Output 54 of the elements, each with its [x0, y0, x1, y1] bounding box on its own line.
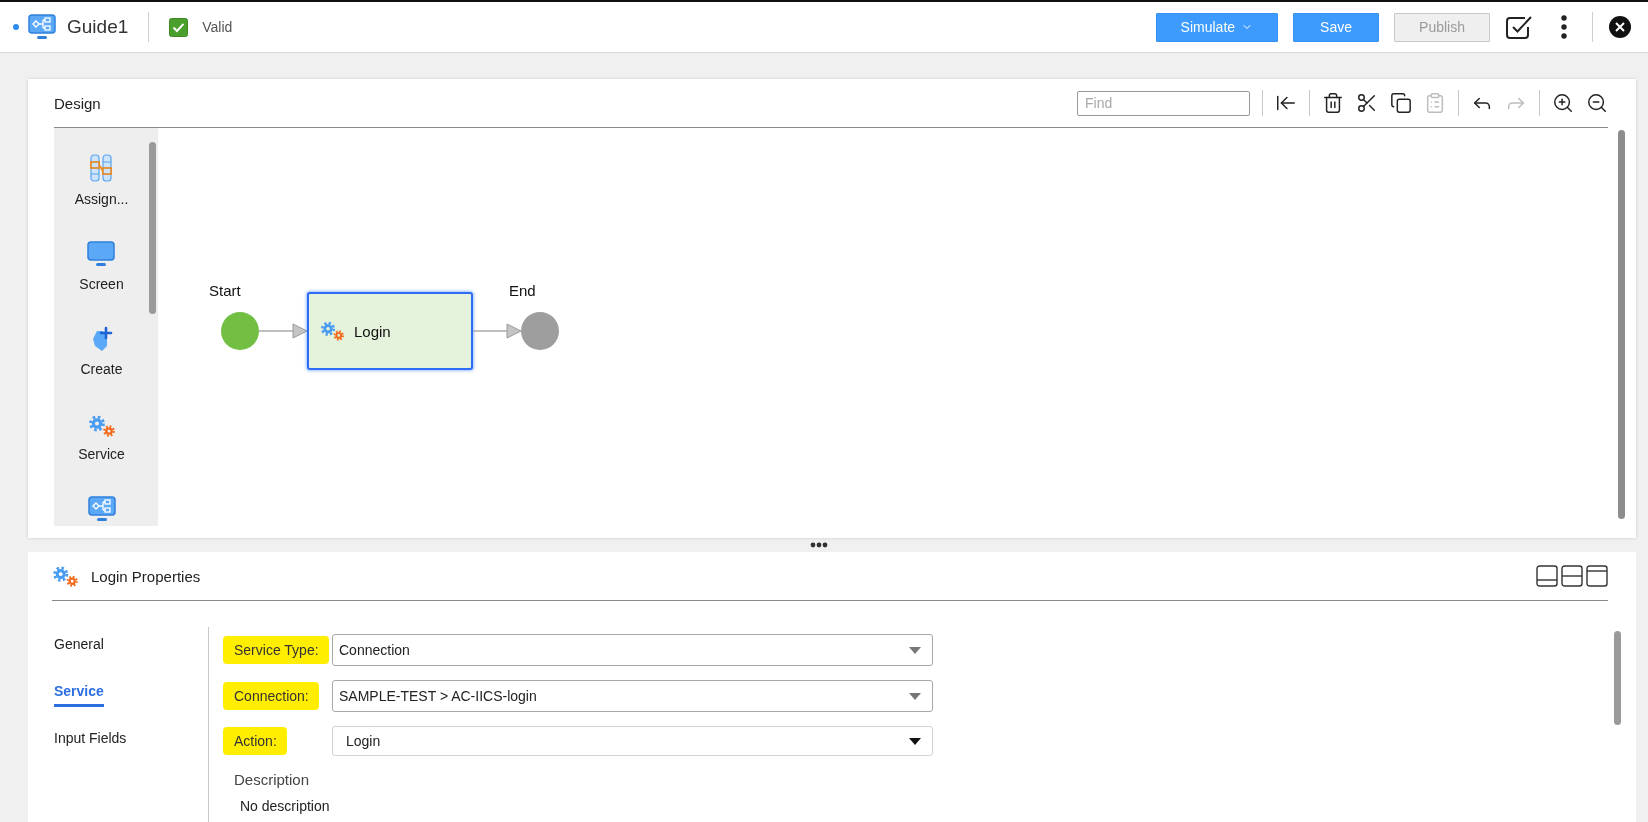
field-label: Action: — [223, 727, 287, 755]
copy-icon[interactable] — [1390, 92, 1412, 114]
field-label: Service Type: — [223, 636, 329, 664]
scrollbar-thumb[interactable] — [149, 142, 156, 314]
panel-bottom-icon[interactable] — [1536, 565, 1558, 587]
flow-monitor-icon — [28, 14, 56, 40]
palette-item[interactable]: Service — [78, 409, 125, 463]
guide-title: Guide1 — [67, 16, 129, 38]
monitor-icon — [87, 241, 116, 267]
select-field[interactable]: SAMPLE-TEST > AC-IICS-login — [332, 680, 933, 712]
scrollbar-thumb[interactable] — [1618, 130, 1625, 519]
check-square-icon[interactable] — [1505, 14, 1533, 40]
close-icon[interactable] — [1609, 16, 1631, 38]
drag-handle-icon[interactable] — [810, 542, 828, 548]
status-text: Valid — [202, 19, 233, 35]
end-node[interactable] — [521, 312, 559, 350]
node-label: End — [509, 282, 536, 299]
description-text: No description — [240, 798, 330, 814]
nav-tab[interactable]: Service — [54, 682, 104, 707]
dropdown-arrow-icon — [909, 692, 921, 700]
dropdown-arrow-icon — [909, 646, 921, 654]
scissors-icon[interactable] — [1356, 92, 1378, 114]
connector-arrow — [473, 323, 521, 339]
select-field[interactable]: Login — [332, 726, 933, 756]
start-node[interactable] — [221, 312, 259, 350]
panel-title: Design — [54, 94, 101, 112]
description-label: Description — [234, 771, 310, 788]
node-label: Login — [354, 322, 391, 340]
connector-arrow — [259, 323, 307, 339]
palette-item[interactable]: Create — [80, 324, 123, 378]
field-label: Connection: — [223, 682, 319, 710]
palette-item[interactable]: Screen — [79, 239, 124, 293]
panel-title: Login Properties — [91, 567, 201, 585]
gears-icon — [52, 565, 79, 587]
node-label: Start — [209, 282, 241, 299]
gears-icon — [320, 321, 345, 341]
zoom-in-icon[interactable] — [1552, 92, 1574, 114]
more-menu-icon[interactable] — [1561, 15, 1567, 39]
panel-top-icon[interactable] — [1586, 565, 1608, 587]
mapping-columns-icon — [89, 154, 114, 182]
gears-icon — [87, 415, 116, 437]
trash-icon[interactable] — [1322, 92, 1344, 114]
hexagon-plus-icon — [90, 326, 113, 352]
panel-split-icon[interactable] — [1561, 565, 1583, 587]
nav-tab[interactable]: General — [54, 635, 104, 660]
find-field[interactable]: Find — [1077, 90, 1250, 116]
service-node[interactable]: Login — [307, 292, 473, 370]
select-field[interactable]: Connection — [332, 634, 933, 666]
scrollbar-thumb[interactable] — [1614, 631, 1621, 725]
dropdown-arrow-icon — [909, 737, 921, 745]
zoom-out-icon[interactable] — [1586, 92, 1608, 114]
flow-monitor-icon[interactable] — [87, 496, 116, 522]
palette-item[interactable]: Assign... — [74, 154, 129, 208]
nav-tab[interactable]: Input Fields — [54, 729, 127, 754]
